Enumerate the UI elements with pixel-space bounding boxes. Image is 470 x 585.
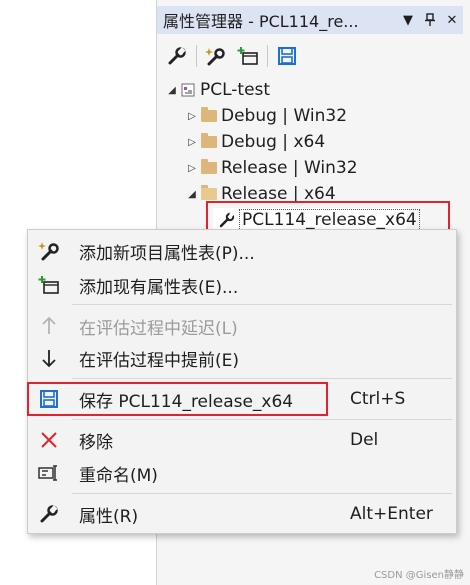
menu-shortcut: Ctrl+S — [350, 389, 406, 409]
menu-item-properties[interactable]: 属性(R) Alt+Enter — [28, 498, 456, 530]
panel-title: 属性管理器 - PCL114_re... — [163, 12, 359, 31]
highlight-box-save-item — [27, 382, 328, 416]
menu-shortcut: Del — [350, 430, 379, 450]
menu-separator — [72, 493, 452, 494]
menu-label: 属性(R) — [79, 506, 139, 527]
arrow-up-icon — [36, 313, 62, 339]
menu-separator — [72, 419, 452, 420]
add-existing-property-sheet-icon[interactable] — [232, 42, 264, 70]
expanded-arrow-icon[interactable]: ◢ — [185, 189, 199, 200]
menu-item-move-down-evaluation: 在评估过程中延迟(L) — [28, 310, 456, 342]
save-icon[interactable] — [271, 42, 303, 70]
menu-item-add-existing-property-sheet[interactable]: 添加现有属性表(E)... — [28, 269, 456, 301]
menu-shortcut: Alt+Enter — [350, 504, 433, 524]
arrow-down-icon — [36, 345, 62, 371]
menu-label: 移除 — [79, 432, 113, 453]
tree-config-row[interactable]: ▷ Release | Win32 — [185, 156, 358, 180]
add-new-property-sheet-icon — [36, 238, 62, 264]
config-label: Debug | x64 — [221, 132, 326, 152]
collapsed-arrow-icon[interactable]: ▷ — [185, 163, 199, 174]
expanded-arrow-icon[interactable]: ◢ — [165, 85, 179, 96]
folder-icon — [201, 133, 217, 148]
menu-item-remove[interactable]: 移除 Del — [28, 424, 456, 456]
add-new-property-sheet-icon[interactable] — [200, 42, 232, 70]
menu-item-add-new-property-sheet[interactable]: 添加新项目属性表(P)... — [28, 235, 456, 267]
panel-toolbar — [157, 40, 463, 72]
tree-config-row[interactable]: ▷ Debug | x64 — [185, 130, 325, 154]
rename-icon — [36, 460, 62, 486]
menu-item-move-up-evaluation[interactable]: 在评估过程中提前(E) — [28, 342, 456, 374]
properties-wrench-icon[interactable] — [161, 42, 193, 70]
menu-item-rename[interactable]: 重命名(M) — [28, 457, 456, 489]
menu-label: 在评估过程中提前(E) — [79, 350, 240, 371]
toolbar-separator — [267, 45, 268, 67]
tree-config-row[interactable]: ▷ Debug | Win32 — [185, 104, 347, 128]
pin-icon[interactable] — [419, 9, 441, 31]
project-icon — [181, 83, 195, 97]
menu-label: 重命名(M) — [79, 465, 158, 486]
chevron-down-icon[interactable]: ▼ — [397, 9, 419, 31]
close-icon[interactable]: ✕ — [441, 9, 463, 31]
panel-header: 属性管理器 - PCL114_re... ▼ ✕ — [157, 6, 463, 34]
collapsed-arrow-icon[interactable]: ▷ — [185, 111, 199, 122]
config-label: Release | Win32 — [221, 158, 358, 178]
menu-separator — [72, 378, 452, 379]
collapsed-arrow-icon[interactable]: ▷ — [185, 137, 199, 148]
folder-icon — [201, 159, 217, 174]
menu-separator — [72, 304, 452, 305]
menu-label: 添加新项目属性表(P)... — [79, 243, 255, 264]
tree-project-row[interactable]: ◢ PCL-test — [165, 78, 270, 102]
remove-x-icon — [36, 427, 62, 453]
watermark: CSDN @Gisen静静 — [374, 570, 464, 581]
properties-wrench-icon — [36, 501, 62, 527]
menu-label: 添加现有属性表(E)... — [79, 277, 239, 298]
add-existing-property-sheet-icon — [36, 272, 62, 298]
menu-label: 在评估过程中延迟(L) — [79, 318, 238, 339]
toolbar-separator — [196, 45, 197, 67]
project-name: PCL-test — [200, 80, 271, 100]
config-label: Debug | Win32 — [221, 106, 348, 126]
folder-icon — [201, 107, 217, 122]
open-folder-icon — [201, 185, 217, 200]
